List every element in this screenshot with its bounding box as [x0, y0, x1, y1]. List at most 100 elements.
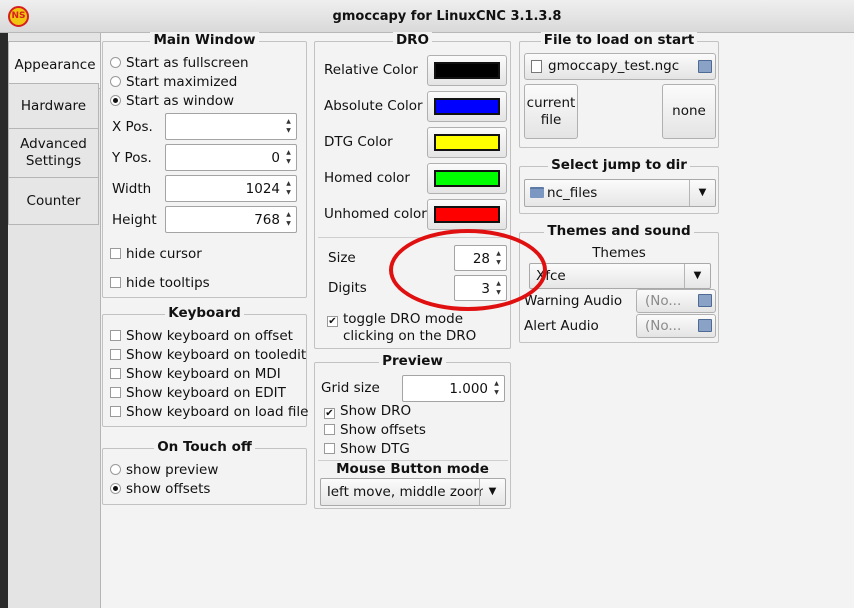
- spin-arrows-icon[interactable]: ▲ ▼: [284, 117, 293, 135]
- tab-hardware[interactable]: Hardware: [8, 83, 99, 129]
- alert-audio-chooser[interactable]: (No...: [636, 314, 716, 338]
- checkbox-icon: [324, 424, 335, 435]
- keyboard-offset-checkbox[interactable]: Show keyboard on offset: [110, 328, 293, 345]
- none-button[interactable]: none: [662, 84, 716, 139]
- file-chooser-button[interactable]: gmoccapy_test.ngc: [524, 53, 716, 80]
- keyboard-title: Keyboard: [165, 305, 244, 321]
- warning-audio-chooser[interactable]: (No...: [636, 289, 716, 313]
- show-offsets-checkbox[interactable]: Show offsets: [324, 422, 426, 439]
- absolute-color-swatch: [434, 98, 500, 115]
- x-pos-spinbox[interactable]: ▲ ▼: [165, 113, 297, 140]
- checkbox-icon: [110, 406, 121, 417]
- theme-combo[interactable]: Xfce ▼: [529, 263, 711, 289]
- mouse-button-mode-combo[interactable]: left move, middle zoom ▼: [320, 478, 506, 506]
- tab-appearance[interactable]: Appearance: [8, 41, 101, 89]
- width-spinbox[interactable]: 1024 ▲ ▼: [165, 175, 297, 202]
- jump-dir-title: Select jump to dir: [548, 157, 690, 173]
- grid-size-label: Grid size: [321, 380, 380, 396]
- settings-tabs: Appearance Hardware Advanced Settings Co…: [8, 33, 101, 608]
- dtg-color-button[interactable]: [427, 127, 507, 158]
- y-pos-label: Y Pos.: [112, 150, 152, 166]
- file-browse-icon: [698, 319, 712, 332]
- dro-digits-label: Digits: [328, 280, 367, 296]
- toggle-dro-checkbox[interactable]: ✔ toggle DRO mode: [327, 311, 463, 328]
- keyboard-mdi-checkbox[interactable]: Show keyboard on MDI: [110, 366, 281, 383]
- radio-icon: [110, 76, 121, 87]
- main-window-title: Main Window: [150, 32, 259, 48]
- checkbox-icon: [110, 277, 121, 288]
- keyboard-edit-checkbox[interactable]: Show keyboard on EDIT: [110, 385, 286, 402]
- file-to-load-title: File to load on start: [540, 32, 698, 48]
- annotation-ellipse: [389, 229, 547, 311]
- checkbox-icon: [324, 443, 335, 454]
- file-browse-icon: [698, 294, 712, 307]
- absolute-color-label: Absolute Color: [324, 98, 423, 114]
- document-icon: [531, 60, 542, 73]
- grid-size-spinbox[interactable]: 1.000 ▲ ▼: [402, 375, 505, 402]
- radio-start-maximized[interactable]: Start maximized: [110, 74, 237, 91]
- checkmark-icon: ✔: [324, 408, 335, 419]
- absolute-color-button[interactable]: [427, 91, 507, 122]
- height-label: Height: [112, 212, 157, 228]
- radio-start-fullscreen[interactable]: Start as fullscreen: [110, 55, 249, 72]
- hide-tooltips-checkbox[interactable]: hide tooltips: [110, 275, 210, 292]
- dropdown-arrow-icon[interactable]: ▼: [479, 479, 505, 505]
- tab-advanced-settings[interactable]: Advanced Settings: [8, 128, 99, 178]
- unhomed-color-button[interactable]: [427, 199, 507, 230]
- hide-cursor-checkbox[interactable]: hide cursor: [110, 246, 202, 263]
- radio-start-window[interactable]: Start as window: [110, 93, 234, 110]
- show-dtg-checkbox[interactable]: Show DTG: [324, 441, 410, 458]
- dro-size-label: Size: [328, 250, 356, 266]
- title-bar: NS gmoccapy for LinuxCNC 3.1.3.8: [0, 0, 854, 33]
- keyboard-tooledit-checkbox[interactable]: Show keyboard on tooledit: [110, 347, 306, 364]
- relative-color-swatch: [434, 62, 500, 79]
- checkbox-icon: [110, 368, 121, 379]
- dropdown-arrow-icon[interactable]: ▼: [689, 180, 715, 206]
- width-label: Width: [112, 181, 152, 197]
- themes-label: Themes: [592, 245, 646, 261]
- current-file-button[interactable]: current file: [524, 84, 578, 139]
- background-terminal-strip: [0, 33, 8, 608]
- tab-counter[interactable]: Counter: [8, 177, 99, 225]
- checkbox-icon: [110, 248, 121, 259]
- radio-show-preview[interactable]: show preview: [110, 462, 218, 479]
- keyboard-load-file-checkbox[interactable]: Show keyboard on load file: [110, 404, 308, 421]
- warning-audio-label: Warning Audio: [524, 293, 623, 309]
- file-browse-icon: [698, 60, 712, 73]
- homed-color-label: Homed color: [324, 170, 410, 186]
- checkbox-icon: [110, 387, 121, 398]
- radio-selected-icon: [110, 95, 121, 106]
- checkbox-icon: [110, 349, 121, 360]
- toggle-dro-label-line2: clicking on the DRO: [343, 328, 477, 344]
- relative-color-label: Relative Color: [324, 62, 418, 78]
- unhomed-color-swatch: [434, 206, 500, 223]
- homed-color-button[interactable]: [427, 163, 507, 194]
- height-spinbox[interactable]: 768 ▲ ▼: [165, 206, 297, 233]
- show-dro-checkbox[interactable]: ✔ Show DRO: [324, 403, 411, 420]
- y-pos-spinbox[interactable]: 0 ▲ ▼: [165, 144, 297, 171]
- dtg-color-swatch: [434, 134, 500, 151]
- radio-icon: [110, 464, 121, 475]
- spin-arrows-icon[interactable]: ▲ ▼: [284, 148, 293, 166]
- radio-selected-icon: [110, 483, 121, 494]
- dro-title: DRO: [392, 32, 433, 48]
- alert-audio-label: Alert Audio: [524, 318, 599, 334]
- checkbox-icon: [110, 330, 121, 341]
- unhomed-color-label: Unhomed color: [324, 206, 427, 222]
- checkmark-icon: ✔: [327, 316, 338, 327]
- relative-color-button[interactable]: [427, 55, 507, 86]
- on-touch-off-title: On Touch off: [154, 439, 255, 455]
- folder-icon: [530, 187, 544, 198]
- dropdown-arrow-icon[interactable]: ▼: [684, 264, 710, 288]
- spin-arrows-icon[interactable]: ▲ ▼: [284, 179, 293, 197]
- jump-dir-combo[interactable]: nc_files ▼: [524, 179, 716, 207]
- themes-sound-title: Themes and sound: [544, 223, 694, 239]
- spin-arrows-icon[interactable]: ▲ ▼: [284, 210, 293, 228]
- radio-icon: [110, 57, 121, 68]
- spin-arrows-icon[interactable]: ▲ ▼: [492, 379, 501, 397]
- radio-show-offsets[interactable]: show offsets: [110, 481, 210, 498]
- preview-title: Preview: [379, 353, 446, 369]
- homed-color-swatch: [434, 170, 500, 187]
- dtg-color-label: DTG Color: [324, 134, 393, 150]
- mouse-button-mode-title: Mouse Button mode: [336, 461, 489, 477]
